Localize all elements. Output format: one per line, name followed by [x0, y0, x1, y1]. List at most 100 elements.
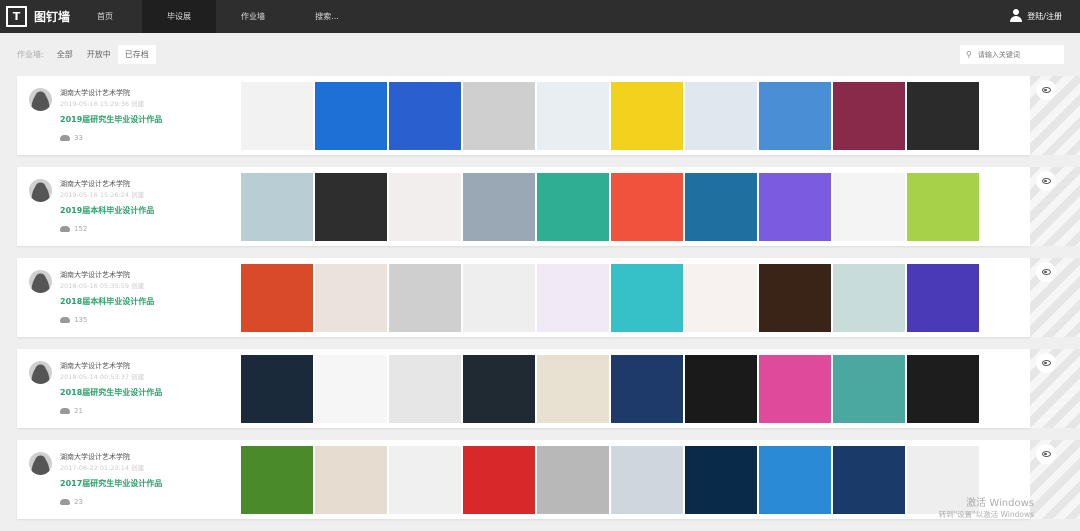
thumbnail[interactable] — [241, 264, 313, 332]
nav-home[interactable]: 首页 — [68, 0, 142, 33]
thumbnail[interactable] — [759, 264, 831, 332]
upload-count: 23 — [60, 498, 83, 506]
thumbnail[interactable] — [611, 446, 683, 514]
album-title[interactable]: 2019届本科毕业设计作品 — [60, 205, 154, 216]
author-name[interactable]: 湖南大学设计艺术学院 — [60, 361, 130, 371]
filter-open[interactable]: 开放中 — [80, 45, 118, 64]
author-name[interactable]: 湖南大学设计艺术学院 — [60, 88, 130, 98]
avatar — [29, 452, 52, 475]
thumbnail[interactable] — [685, 264, 757, 332]
cloud-icon — [60, 226, 70, 232]
logo-text: 图钉墙 — [34, 10, 71, 24]
thumbnail[interactable] — [241, 173, 313, 241]
avatar — [29, 361, 52, 384]
filter-archived[interactable]: 已存档 — [117, 45, 156, 64]
thumbnail[interactable] — [759, 82, 831, 150]
author-name[interactable]: 湖南大学设计艺术学院 — [60, 270, 130, 280]
created-date: 2019-05-16 15:29:36 创建 — [60, 100, 145, 108]
thumbnail[interactable] — [315, 173, 387, 241]
thumbnail[interactable] — [907, 355, 979, 423]
thumbnail[interactable] — [315, 264, 387, 332]
created-date: 2018-05-14 00:53:37 创建 — [60, 373, 145, 381]
thumbnail[interactable] — [611, 355, 683, 423]
thumbnail[interactable] — [537, 264, 609, 332]
thumbnail[interactable] — [907, 82, 979, 150]
thumbnail[interactable] — [315, 82, 387, 150]
thumbnail[interactable] — [833, 82, 905, 150]
thumbnail[interactable] — [611, 264, 683, 332]
eye-icon[interactable] — [1036, 262, 1056, 282]
thumbnail[interactable] — [759, 173, 831, 241]
thumbnail[interactable] — [685, 355, 757, 423]
thumbnail[interactable] — [463, 446, 535, 514]
thumbnail[interactable] — [241, 82, 313, 150]
album-card[interactable]: 湖南大学设计艺术学院 2018-05-14 00:53:37 创建 2018届研… — [17, 349, 1030, 428]
filter-all[interactable]: 全部 — [50, 45, 80, 64]
thumbnail[interactable] — [611, 173, 683, 241]
thumbnail[interactable] — [685, 446, 757, 514]
album-title[interactable]: 2018届本科毕业设计作品 — [60, 296, 154, 307]
album-title[interactable]: 2018届研究生毕业设计作品 — [60, 387, 162, 398]
author-name[interactable]: 湖南大学设计艺术学院 — [60, 452, 130, 462]
album-row: 湖南大学设计艺术学院 2018-05-14 00:53:37 创建 2018届研… — [17, 349, 1080, 428]
created-date: 2019-05-16 15:26:24 创建 — [60, 191, 145, 199]
thumbnail[interactable] — [833, 264, 905, 332]
thumbnail[interactable] — [315, 355, 387, 423]
upload-count: 21 — [60, 407, 83, 415]
thumbnail[interactable] — [389, 355, 461, 423]
cloud-icon — [60, 408, 70, 414]
login-register-button[interactable]: 登陆/注册 — [1010, 9, 1062, 23]
row-side-panel — [1030, 349, 1080, 428]
nav-homework-wall[interactable]: 作业墙 — [216, 0, 290, 33]
album-title[interactable]: 2017届研究生毕业设计作品 — [60, 478, 162, 489]
thumbnail[interactable] — [463, 355, 535, 423]
created-date: 2017-06-22 01:23:14 创建 — [60, 464, 145, 472]
thumbnail[interactable] — [241, 446, 313, 514]
thumbnail[interactable] — [685, 173, 757, 241]
thumbnail[interactable] — [389, 173, 461, 241]
nav-graduation-show[interactable]: 毕设展 — [142, 0, 216, 33]
thumbnail-strip — [241, 173, 979, 241]
thumbnail[interactable] — [685, 82, 757, 150]
eye-icon[interactable] — [1036, 80, 1056, 100]
nav-search[interactable]: 搜索... — [290, 0, 364, 33]
thumbnail[interactable] — [537, 355, 609, 423]
thumbnail[interactable] — [759, 355, 831, 423]
upload-count: 135 — [60, 316, 87, 324]
album-title[interactable]: 2019届研究生毕业设计作品 — [60, 114, 162, 125]
thumbnail[interactable] — [537, 446, 609, 514]
thumbnail[interactable] — [537, 82, 609, 150]
eye-icon[interactable] — [1036, 444, 1056, 464]
search-box: ⚲ — [960, 45, 1064, 64]
thumbnail[interactable] — [907, 264, 979, 332]
thumbnail-strip — [241, 264, 979, 332]
thumbnail[interactable] — [463, 264, 535, 332]
thumbnail[interactable] — [463, 173, 535, 241]
album-card[interactable]: 湖南大学设计艺术学院 2019-05-16 15:29:36 创建 2019届研… — [17, 76, 1030, 155]
thumbnail[interactable] — [833, 173, 905, 241]
search-input[interactable] — [977, 50, 1058, 59]
thumbnail[interactable] — [389, 446, 461, 514]
thumbnail[interactable] — [389, 264, 461, 332]
thumbnail[interactable] — [611, 82, 683, 150]
album-row: 湖南大学设计艺术学院 2019-05-16 15:26:24 创建 2019届本… — [17, 167, 1080, 246]
thumbnail[interactable] — [315, 446, 387, 514]
thumbnail[interactable] — [389, 82, 461, 150]
thumbnail-strip — [241, 446, 979, 514]
logo[interactable]: T 图钉墙 — [6, 6, 70, 27]
thumbnail[interactable] — [537, 173, 609, 241]
thumbnail[interactable] — [833, 355, 905, 423]
album-card[interactable]: 湖南大学设计艺术学院 2017-06-22 01:23:14 创建 2017届研… — [17, 440, 1030, 519]
author-name[interactable]: 湖南大学设计艺术学院 — [60, 179, 130, 189]
upload-count: 152 — [60, 225, 87, 233]
album-row: 湖南大学设计艺术学院 2018-05-16 05:35:59 创建 2018届本… — [17, 258, 1080, 337]
album-card[interactable]: 湖南大学设计艺术学院 2018-05-16 05:35:59 创建 2018届本… — [17, 258, 1030, 337]
thumbnail[interactable] — [241, 355, 313, 423]
thumbnail[interactable] — [759, 446, 831, 514]
album-card[interactable]: 湖南大学设计艺术学院 2019-05-16 15:26:24 创建 2019届本… — [17, 167, 1030, 246]
thumbnail[interactable] — [463, 82, 535, 150]
thumbnail[interactable] — [833, 446, 905, 514]
eye-icon[interactable] — [1036, 171, 1056, 191]
eye-icon[interactable] — [1036, 353, 1056, 373]
thumbnail[interactable] — [907, 173, 979, 241]
